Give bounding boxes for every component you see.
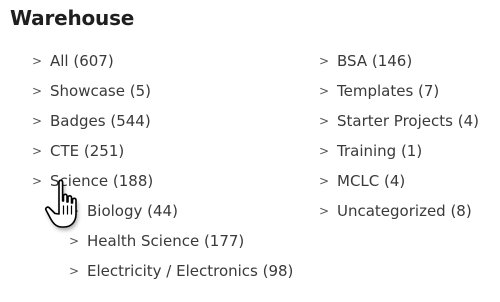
- hand-pointer-icon: [44, 179, 78, 230]
- chevron-right-icon: >: [319, 114, 330, 128]
- category-label: MCLC (4): [337, 172, 406, 190]
- category-label: All (607): [50, 52, 114, 70]
- chevron-right-icon: >: [32, 54, 43, 68]
- category-label: Badges (544): [50, 112, 151, 130]
- chevron-right-icon: >: [32, 114, 43, 128]
- category-label: CTE (251): [50, 142, 125, 160]
- category-label: Uncategorized (8): [337, 202, 472, 220]
- category-label: BSA (146): [337, 52, 413, 70]
- chevron-right-icon: >: [319, 84, 330, 98]
- chevron-right-icon: >: [319, 174, 330, 188]
- category-label: Health Science (177): [87, 232, 245, 250]
- chevron-right-icon: >: [319, 204, 330, 218]
- page-title: Warehouse: [10, 6, 135, 30]
- category-label: Showcase (5): [50, 82, 151, 100]
- category-label: Biology (44): [87, 202, 178, 220]
- category-label: Training (1): [337, 142, 423, 160]
- chevron-right-icon: >: [32, 144, 43, 158]
- category-label: Templates (7): [337, 82, 440, 100]
- category-label: Electricity / Electronics (98): [87, 262, 294, 280]
- chevron-right-icon: >: [32, 84, 43, 98]
- chevron-right-icon: >: [69, 264, 80, 278]
- category-label: Starter Projects (4): [337, 112, 479, 130]
- chevron-right-icon: >: [319, 54, 330, 68]
- chevron-right-icon: >: [319, 144, 330, 158]
